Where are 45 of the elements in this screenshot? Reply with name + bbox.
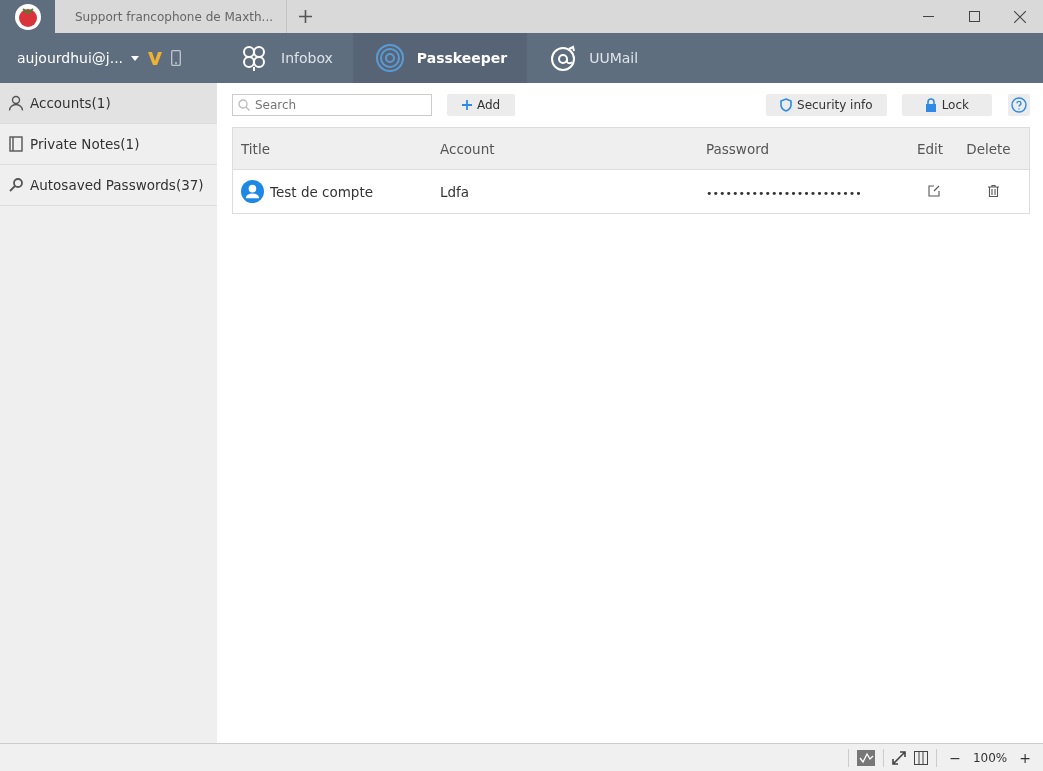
column-header: Password [706,140,770,157]
phone-icon[interactable] [171,50,182,66]
table-cell: Ldfa [440,183,470,200]
column-header: Delete [966,140,1011,157]
person-icon [8,95,24,111]
help-button[interactable] [1008,94,1030,116]
minimize-icon[interactable] [922,15,934,18]
sidebar-item[interactable]: Autosaved Passwords(37) [0,165,217,206]
check-chart-icon[interactable] [857,749,876,766]
column-header: Edit [917,140,944,157]
padlock-icon [924,98,937,112]
trash-icon[interactable] [988,184,1000,197]
plus-icon [462,100,472,110]
table-cell: •••••••••••••••••••••••• [706,186,862,200]
help-icon [1011,97,1027,113]
security-info-button[interactable]: Security info [766,94,887,116]
key-icon [8,177,24,193]
table-cell: Test de compte [270,183,374,200]
zoom-level: 100% [972,750,1008,765]
maximize-icon[interactable] [968,11,980,22]
lock-button[interactable]: Lock [901,94,992,116]
column-header: Title [241,140,270,157]
columns-icon[interactable] [914,750,929,765]
column-header: Account [440,140,495,157]
search-field[interactable]: Search [232,94,432,116]
zoom-in-button[interactable]: + [1015,749,1035,766]
app-tab[interactable]: Passkeeper [352,33,528,83]
account-name[interactable]: aujourdhui@j... [17,50,124,66]
search-icon [238,99,250,111]
shield-icon [780,98,792,112]
at-sign-icon [549,44,578,72]
close-icon[interactable] [1014,10,1026,23]
expand-icon[interactable] [892,750,907,765]
edit-icon[interactable] [927,184,940,197]
add-button[interactable]: Add [447,94,516,116]
user-avatar-icon [241,180,264,203]
new-tab-icon[interactable] [298,10,312,23]
sidebar-item[interactable]: Private Notes(1) [0,124,217,165]
app-tab[interactable]: Infobox [217,33,353,83]
app-tab[interactable]: UUMail [527,33,659,83]
caret-icon[interactable] [131,55,140,61]
zoom-out-button[interactable]: − [945,749,965,766]
v-badge-icon[interactable] [147,50,164,66]
notebook-icon [8,136,24,152]
sidebar-item[interactable]: Accounts(1) [0,83,217,124]
